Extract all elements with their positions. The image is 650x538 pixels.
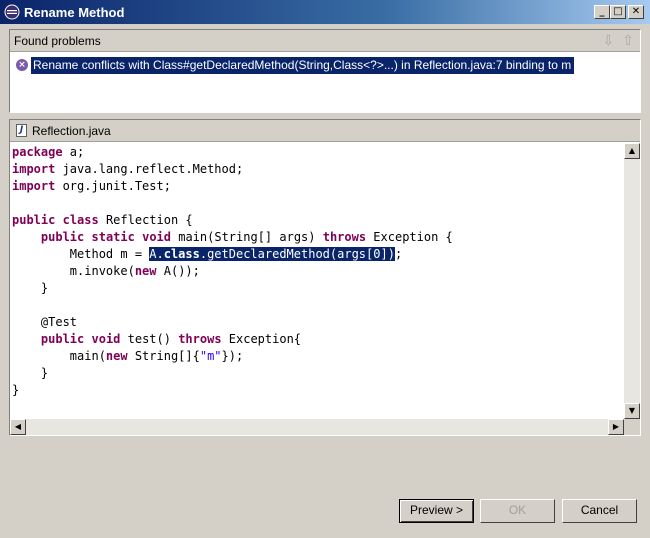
error-icon: × bbox=[16, 59, 28, 71]
file-header: J Reflection.java bbox=[10, 120, 640, 142]
cancel-button[interactable]: Cancel bbox=[562, 499, 637, 523]
found-problems-label: Found problems bbox=[14, 34, 101, 48]
problem-text: Rename conflicts with Class#getDeclaredM… bbox=[31, 57, 575, 74]
found-problems-header: Found problems ⇩ ⇧ bbox=[10, 30, 640, 52]
scroll-up-arrow-icon[interactable]: ▲ bbox=[624, 143, 640, 159]
code-line-14: } bbox=[12, 366, 49, 380]
code-line-12: public void test() throws Exception{ bbox=[40, 332, 302, 346]
scroll-right-arrow-icon[interactable]: ▶ bbox=[608, 419, 624, 435]
code-line-11: @Test bbox=[12, 315, 78, 329]
code-line-1: package a; bbox=[12, 145, 85, 159]
scrollbar-corner bbox=[624, 419, 640, 435]
java-file-icon: J bbox=[16, 124, 27, 137]
highlighted-expression: A.class.getDeclaredMethod(args[0]) bbox=[149, 247, 395, 261]
code-line-6: public static void main(String[] args) t… bbox=[40, 230, 453, 244]
code-viewer[interactable]: package a; import java.lang.reflect.Metho… bbox=[12, 144, 453, 399]
scroll-down-arrow-icon[interactable]: ▼ bbox=[624, 403, 640, 419]
maximize-button[interactable]: □ bbox=[610, 5, 626, 19]
eclipse-icon bbox=[4, 4, 20, 20]
vertical-scrollbar[interactable]: ▲ ▼ bbox=[624, 143, 640, 419]
arrow-down-icon[interactable]: ⇩ bbox=[603, 33, 615, 49]
code-line-9: } bbox=[12, 281, 49, 295]
code-line-2: import java.lang.reflect.Method; bbox=[12, 162, 244, 176]
arrow-up-icon[interactable]: ⇧ bbox=[622, 33, 634, 49]
code-line-3: import org.junit.Test; bbox=[12, 179, 171, 193]
close-button[interactable]: ✕ bbox=[628, 5, 644, 19]
code-line-15: } bbox=[12, 383, 20, 397]
title-bar: Rename Method _ □ ✕ bbox=[0, 0, 650, 24]
code-line-5: public class Reflection { bbox=[12, 213, 193, 227]
code-line-7: Method m = A.class.getDeclaredMethod(arg… bbox=[12, 247, 403, 261]
problem-navigation: ⇩ ⇧ bbox=[595, 33, 634, 49]
code-line-8: m.invoke(new A()); bbox=[12, 264, 200, 278]
found-problems-panel: Found problems ⇩ ⇧ × Rename conflicts wit… bbox=[9, 29, 641, 113]
source-preview-panel: J Reflection.java package a; import java.… bbox=[9, 119, 641, 436]
scroll-left-arrow-icon[interactable]: ◀ bbox=[10, 419, 26, 435]
minimize-button[interactable]: _ bbox=[594, 5, 610, 19]
code-line-13: main(new String[]{"m"}); bbox=[12, 349, 244, 363]
file-name: Reflection.java bbox=[32, 124, 111, 138]
horizontal-scrollbar[interactable]: ◀ ▶ bbox=[10, 419, 624, 435]
ok-button[interactable]: OK bbox=[480, 499, 555, 523]
window-title: Rename Method bbox=[24, 5, 125, 20]
preview-button[interactable]: Preview > bbox=[399, 499, 474, 523]
